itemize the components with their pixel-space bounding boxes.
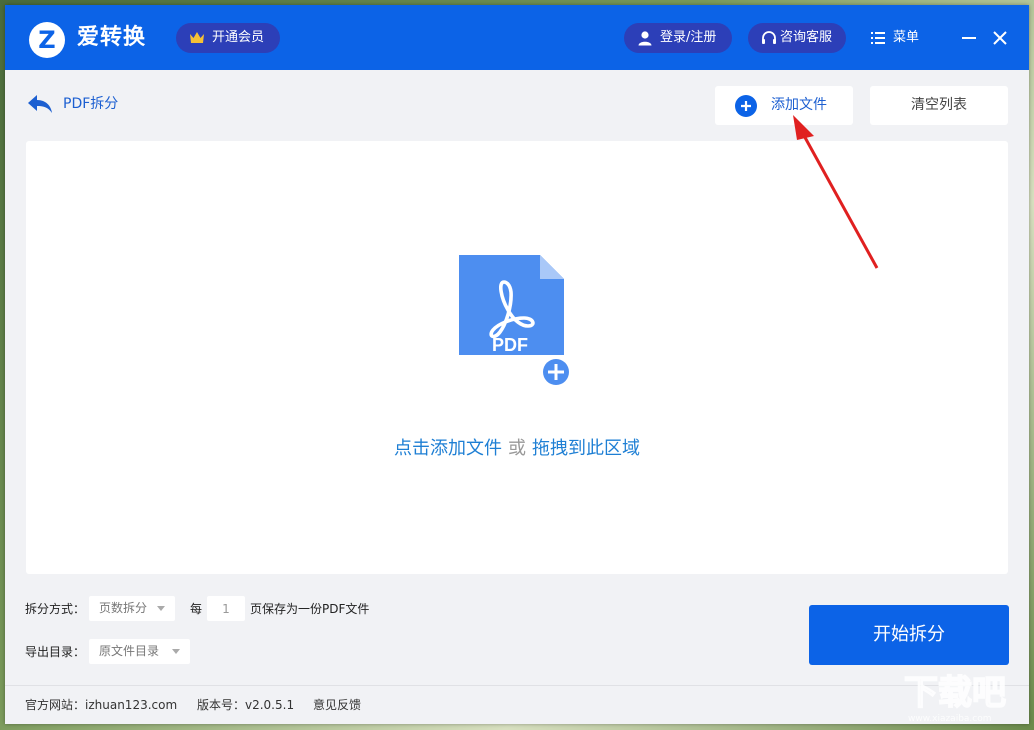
split-mode-select[interactable]: 页数拆分 xyxy=(89,596,175,621)
footer-divider xyxy=(5,685,1029,686)
plus-badge-icon xyxy=(540,356,572,388)
drag-here-text: 拖拽到此区域 xyxy=(532,438,640,459)
or-text: 或 xyxy=(508,438,526,459)
pdf-type-label: PDF xyxy=(492,335,528,355)
split-mode-label: 拆分方式： xyxy=(25,602,86,616)
clear-list-button[interactable]: 清空列表 xyxy=(870,86,1008,125)
add-file-label: 添加文件 xyxy=(771,97,827,113)
click-to-add-link[interactable]: 点击添加文件 xyxy=(394,438,502,459)
title-bar: Z 爱转换 开通会员 登录/注册 咨询客服 菜单 xyxy=(5,5,1029,70)
login-button[interactable]: 登录/注册 xyxy=(624,23,732,53)
feedback-link[interactable]: 意见反馈 xyxy=(313,697,361,713)
app-title: 爱转换 xyxy=(77,25,147,50)
add-file-button[interactable]: 添加文件 xyxy=(715,86,853,125)
menu-icon xyxy=(871,32,885,44)
output-dir-select[interactable]: 原文件目录 xyxy=(89,639,190,664)
page-title: PDF拆分 xyxy=(63,96,119,112)
output-dir-label: 导出目录： xyxy=(25,645,86,659)
crown-icon xyxy=(190,32,204,43)
menu-button[interactable]: 菜单 xyxy=(871,23,919,53)
headset-icon xyxy=(762,31,776,44)
back-arrow-icon[interactable] xyxy=(26,92,54,116)
website-text: 官方网站：izhuan123.com xyxy=(25,698,178,712)
login-label: 登录/注册 xyxy=(660,30,717,45)
logo-letter: Z xyxy=(38,26,56,54)
drop-hint: 点击添加文件或拖拽到此区域 xyxy=(26,437,1008,461)
minimize-icon[interactable] xyxy=(957,26,981,50)
split-mode-value: 页数拆分 xyxy=(99,601,148,615)
menu-label: 菜单 xyxy=(893,30,920,45)
pages-per-file-input[interactable] xyxy=(207,596,245,621)
close-icon[interactable] xyxy=(988,26,1012,50)
pdf-file-icon: PDF xyxy=(459,255,572,388)
support-button[interactable]: 咨询客服 xyxy=(748,23,846,53)
vip-button[interactable]: 开通会员 xyxy=(176,23,280,53)
version-text: 版本号：v2.0.5.1 xyxy=(197,698,295,712)
app-window: Z 爱转换 开通会员 登录/注册 咨询客服 菜单 PDF拆分 添加文件 清空列表… xyxy=(5,5,1029,724)
save-as-label: 页保存为一份PDF文件 xyxy=(250,602,370,616)
every-label: 每 xyxy=(190,602,203,616)
start-split-button[interactable]: 开始拆分 xyxy=(809,605,1009,665)
user-icon xyxy=(638,31,652,46)
caret-down-icon xyxy=(157,606,165,611)
file-drop-zone[interactable]: PDF 点击添加文件或拖拽到此区域 xyxy=(26,141,1008,574)
caret-down-icon xyxy=(172,649,180,654)
add-circle-icon xyxy=(735,95,757,117)
output-dir-value: 原文件目录 xyxy=(99,644,160,658)
support-label: 咨询客服 xyxy=(780,30,833,45)
vip-label: 开通会员 xyxy=(212,30,265,45)
app-logo: Z xyxy=(29,22,65,58)
